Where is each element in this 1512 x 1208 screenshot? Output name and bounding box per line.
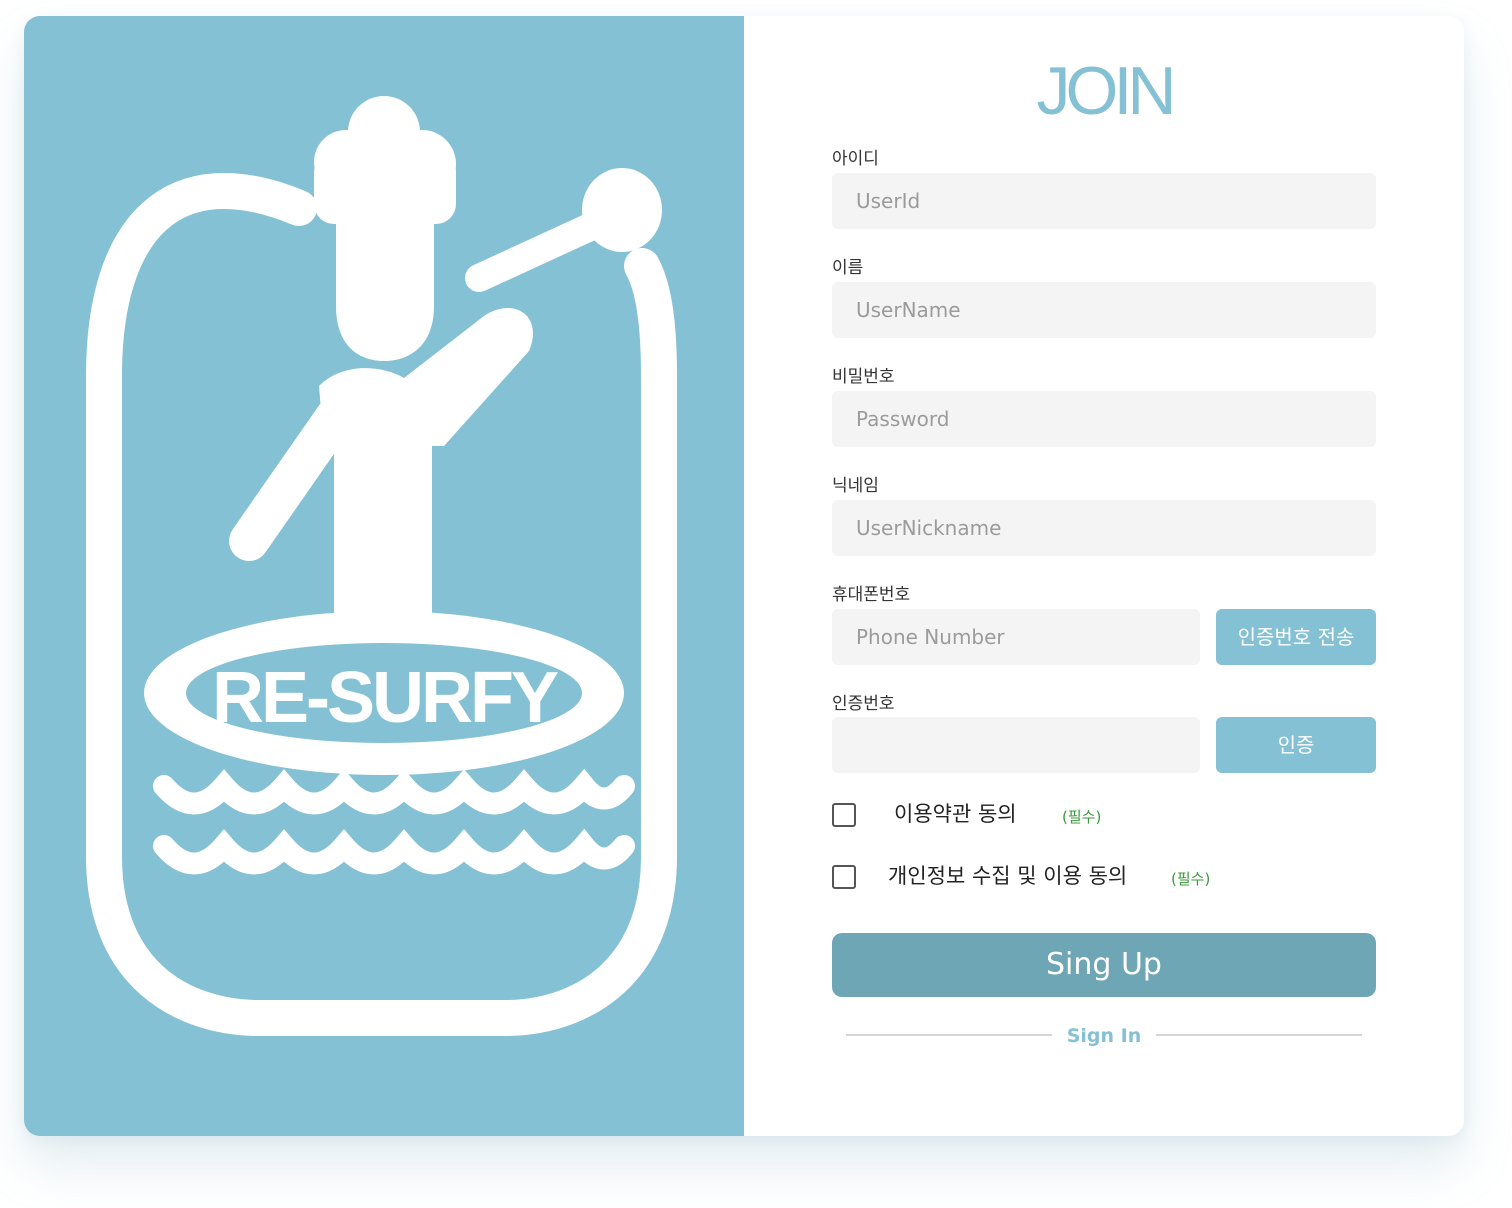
privacy-checkbox[interactable] <box>832 865 856 889</box>
privacy-label: 개인정보 수집 및 이용 동의 <box>888 864 1128 888</box>
verification-code-label: 인증번호 <box>832 694 895 714</box>
terms-label: 이용약관 동의 <box>894 802 1017 826</box>
divider-left <box>846 1034 1052 1036</box>
terms-required-badge: (필수) <box>1062 808 1102 826</box>
page-title: JOIN <box>1036 53 1177 129</box>
userid-label: 아이디 <box>832 149 879 169</box>
brand-panel: RE-SURFY <box>24 16 744 1136</box>
password-label: 비밀번호 <box>832 367 895 387</box>
verify-button[interactable]: 인증 <box>1216 717 1376 773</box>
phone-label: 휴대폰번호 <box>832 585 911 605</box>
password-input[interactable] <box>832 391 1376 447</box>
nickname-input[interactable] <box>832 500 1376 556</box>
username-input[interactable] <box>832 282 1376 338</box>
verification-code-input[interactable] <box>832 717 1200 773</box>
join-form: JOIN 아이디 이름 비밀번호 닉네임 휴대폰번호 인증번호 전송 인증번호 … <box>744 16 1464 1136</box>
sign-in-link[interactable]: Sign In <box>1052 1023 1156 1049</box>
phone-input[interactable] <box>832 609 1200 665</box>
nickname-label: 닉네임 <box>832 476 879 496</box>
sign-up-button[interactable]: Sing Up <box>832 933 1376 997</box>
re-surfy-logo: RE-SURFY <box>86 96 677 1036</box>
join-card: RE-SURFY JOIN 아이디 이름 비밀번호 닉네임 휴대폰번호 인증번호… <box>24 16 1464 1136</box>
terms-checkbox[interactable] <box>832 803 856 827</box>
username-label: 이름 <box>832 258 864 278</box>
logo-text: RE-SURFY <box>212 658 558 738</box>
privacy-required-badge: (필수) <box>1171 870 1211 888</box>
divider-right <box>1156 1034 1362 1036</box>
send-code-button[interactable]: 인증번호 전송 <box>1216 609 1376 665</box>
userid-input[interactable] <box>832 173 1376 229</box>
